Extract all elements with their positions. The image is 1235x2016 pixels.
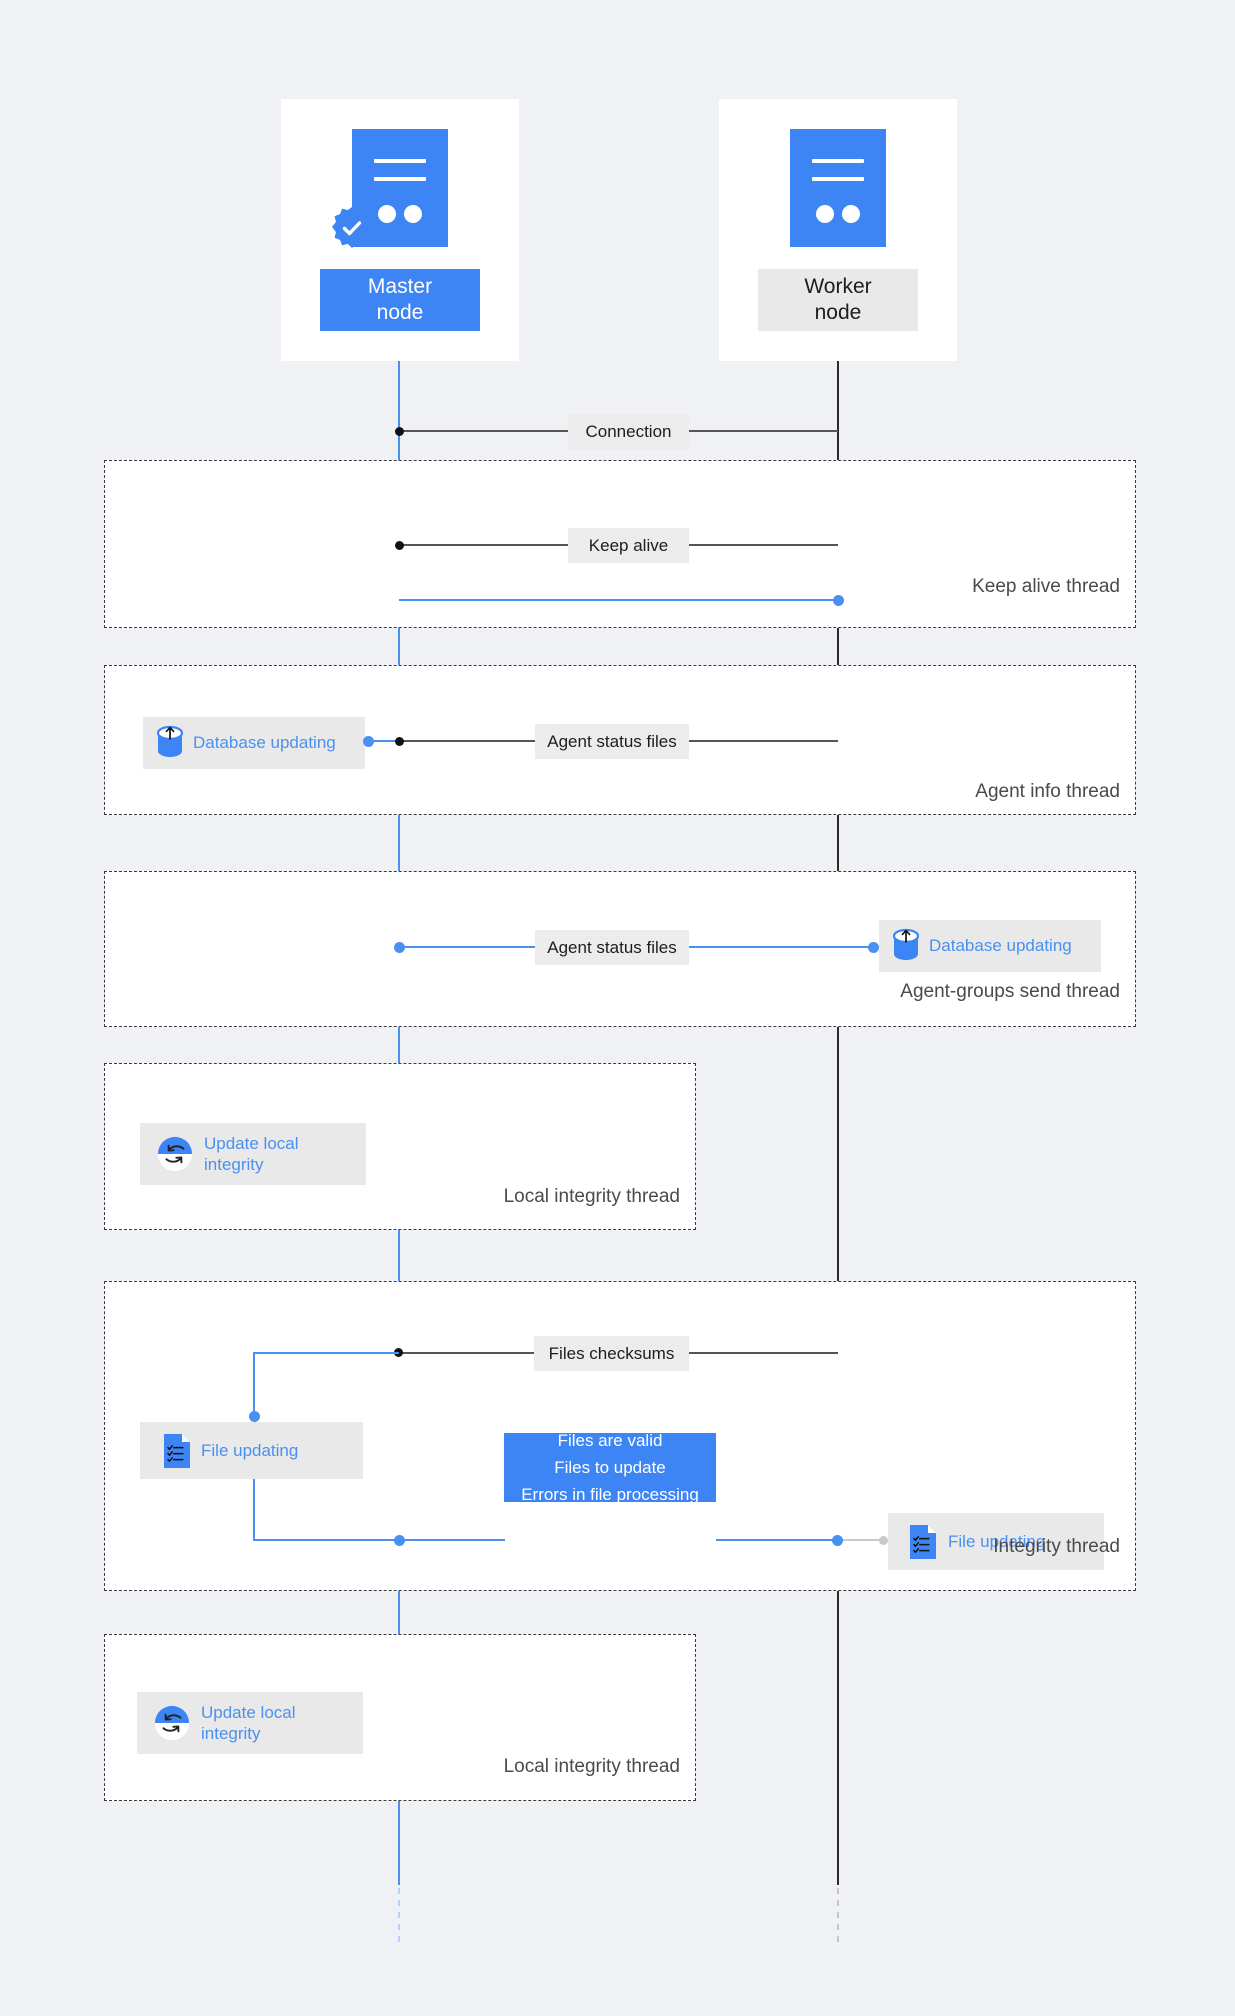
keep-alive-origin-dot: [395, 541, 404, 550]
master-node-card: Masternode: [281, 99, 519, 361]
database-icon: [892, 928, 920, 964]
connection-label: Connection: [568, 414, 689, 449]
thread-title-local-integrity-top: Local integrity thread: [396, 1186, 680, 1208]
chip-database-updating-master: Database updating: [143, 717, 365, 769]
integrity-route-bottom-vertical: [253, 1479, 255, 1541]
agent-status-files-label-2: Agent status files: [535, 930, 689, 965]
chip-database-updating-worker: Database updating: [879, 920, 1101, 972]
chip-label: Database updating: [193, 732, 336, 753]
agent-status-files-target-dot-2: [868, 942, 879, 953]
integrity-route-top-horizontal: [253, 1352, 399, 1354]
refresh-circle-icon: [153, 1704, 191, 1742]
master-lifeline-fade: [398, 1888, 400, 1944]
chip-label: Database updating: [929, 935, 1072, 956]
integrity-result-box: Files are valid Files to update Errors i…: [504, 1433, 716, 1502]
files-checksums-label: Files checksums: [534, 1336, 689, 1371]
worker-node-label: Workernode: [758, 269, 918, 331]
database-icon: [156, 725, 184, 761]
chip-label: Update localintegrity: [204, 1133, 299, 1176]
chip-label: File updating: [201, 1440, 298, 1461]
file-checklist-icon: [162, 1432, 192, 1470]
result-line-1: Files are valid: [558, 1427, 663, 1454]
verified-badge-icon: [328, 205, 376, 253]
file-updating-master-in-dot: [249, 1411, 260, 1422]
chip-file-updating-master: File updating: [140, 1422, 363, 1479]
integrity-result-line-left: [399, 1539, 505, 1541]
document-icon: [790, 129, 886, 247]
keep-alive-label: Keep alive: [568, 528, 689, 563]
worker-node-card: Workernode: [719, 99, 957, 361]
thread-title-keep-alive: Keep alive thread: [836, 576, 1120, 598]
agent-status-files-label-1: Agent status files: [535, 724, 689, 759]
integrity-route-top-vertical: [253, 1352, 255, 1417]
agent-status-files-origin-dot-2: [394, 942, 405, 953]
refresh-circle-icon: [156, 1135, 194, 1173]
document-icon: [352, 129, 448, 247]
thread-title-local-integrity-bottom: Local integrity thread: [396, 1756, 680, 1778]
keep-alive-return-line: [399, 599, 838, 601]
chip-update-local-integrity-top: Update localintegrity: [140, 1123, 366, 1185]
chip-update-local-integrity-bottom: Update localintegrity: [137, 1692, 363, 1754]
agent-status-files-origin-dot-1: [395, 737, 404, 746]
master-node-label: Masternode: [320, 269, 480, 331]
chip-label: Update localintegrity: [201, 1702, 296, 1745]
result-line-2: Files to update: [554, 1454, 666, 1481]
result-line-3: Errors in file processing: [521, 1481, 699, 1508]
worker-lifeline-fade: [837, 1888, 839, 1944]
thread-title-agent-groups-send: Agent-groups send thread: [816, 981, 1120, 1003]
thread-title-agent-info: Agent info thread: [836, 781, 1120, 803]
connection-origin-dot: [395, 427, 404, 436]
integrity-route-bottom-horizontal: [253, 1539, 399, 1541]
thread-title-integrity: Integrity thread: [836, 1536, 1120, 1558]
sequence-diagram: Masternode Workernode Connection Keep al…: [0, 0, 1235, 2016]
